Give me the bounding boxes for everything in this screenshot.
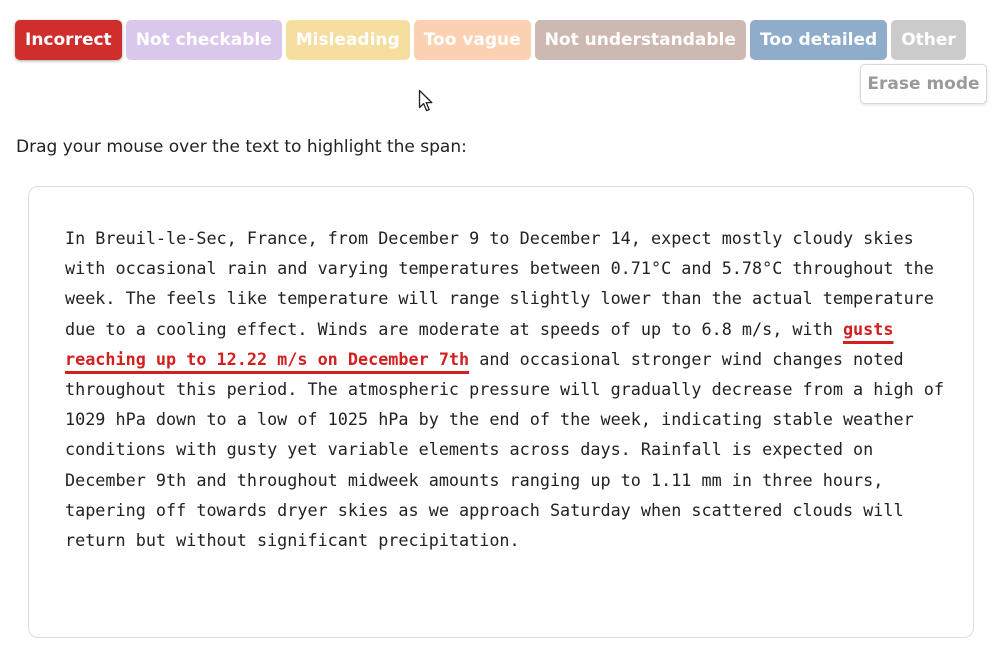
instruction-text: Drag your mouse over the text to highlig… bbox=[16, 137, 467, 157]
mouse-pointer-icon bbox=[418, 89, 433, 112]
label-button-other[interactable]: Other bbox=[891, 20, 966, 60]
label-button-too-vague[interactable]: Too vague bbox=[413, 20, 531, 60]
label-button-not-understandable[interactable]: Not understandable bbox=[534, 20, 746, 60]
label-button-incorrect[interactable]: Incorrect bbox=[15, 20, 122, 60]
passage-text-after[interactable]: and occasional stronger wind changes not… bbox=[65, 349, 944, 550]
text-panel: In Breuil-le-Sec, France, from December … bbox=[28, 186, 974, 638]
label-button-too-detailed[interactable]: Too detailed bbox=[749, 20, 888, 60]
passage-text[interactable]: In Breuil-le-Sec, France, from December … bbox=[65, 223, 945, 555]
label-button-not-checkable[interactable]: Not checkable bbox=[125, 20, 282, 60]
erase-mode-button[interactable]: Erase mode bbox=[860, 64, 987, 104]
passage-text-before[interactable]: In Breuil-le-Sec, France, from December … bbox=[65, 228, 934, 339]
label-button-misleading[interactable]: Misleading bbox=[285, 20, 410, 60]
label-toolbar: Incorrect Not checkable Misleading Too v… bbox=[15, 20, 966, 60]
